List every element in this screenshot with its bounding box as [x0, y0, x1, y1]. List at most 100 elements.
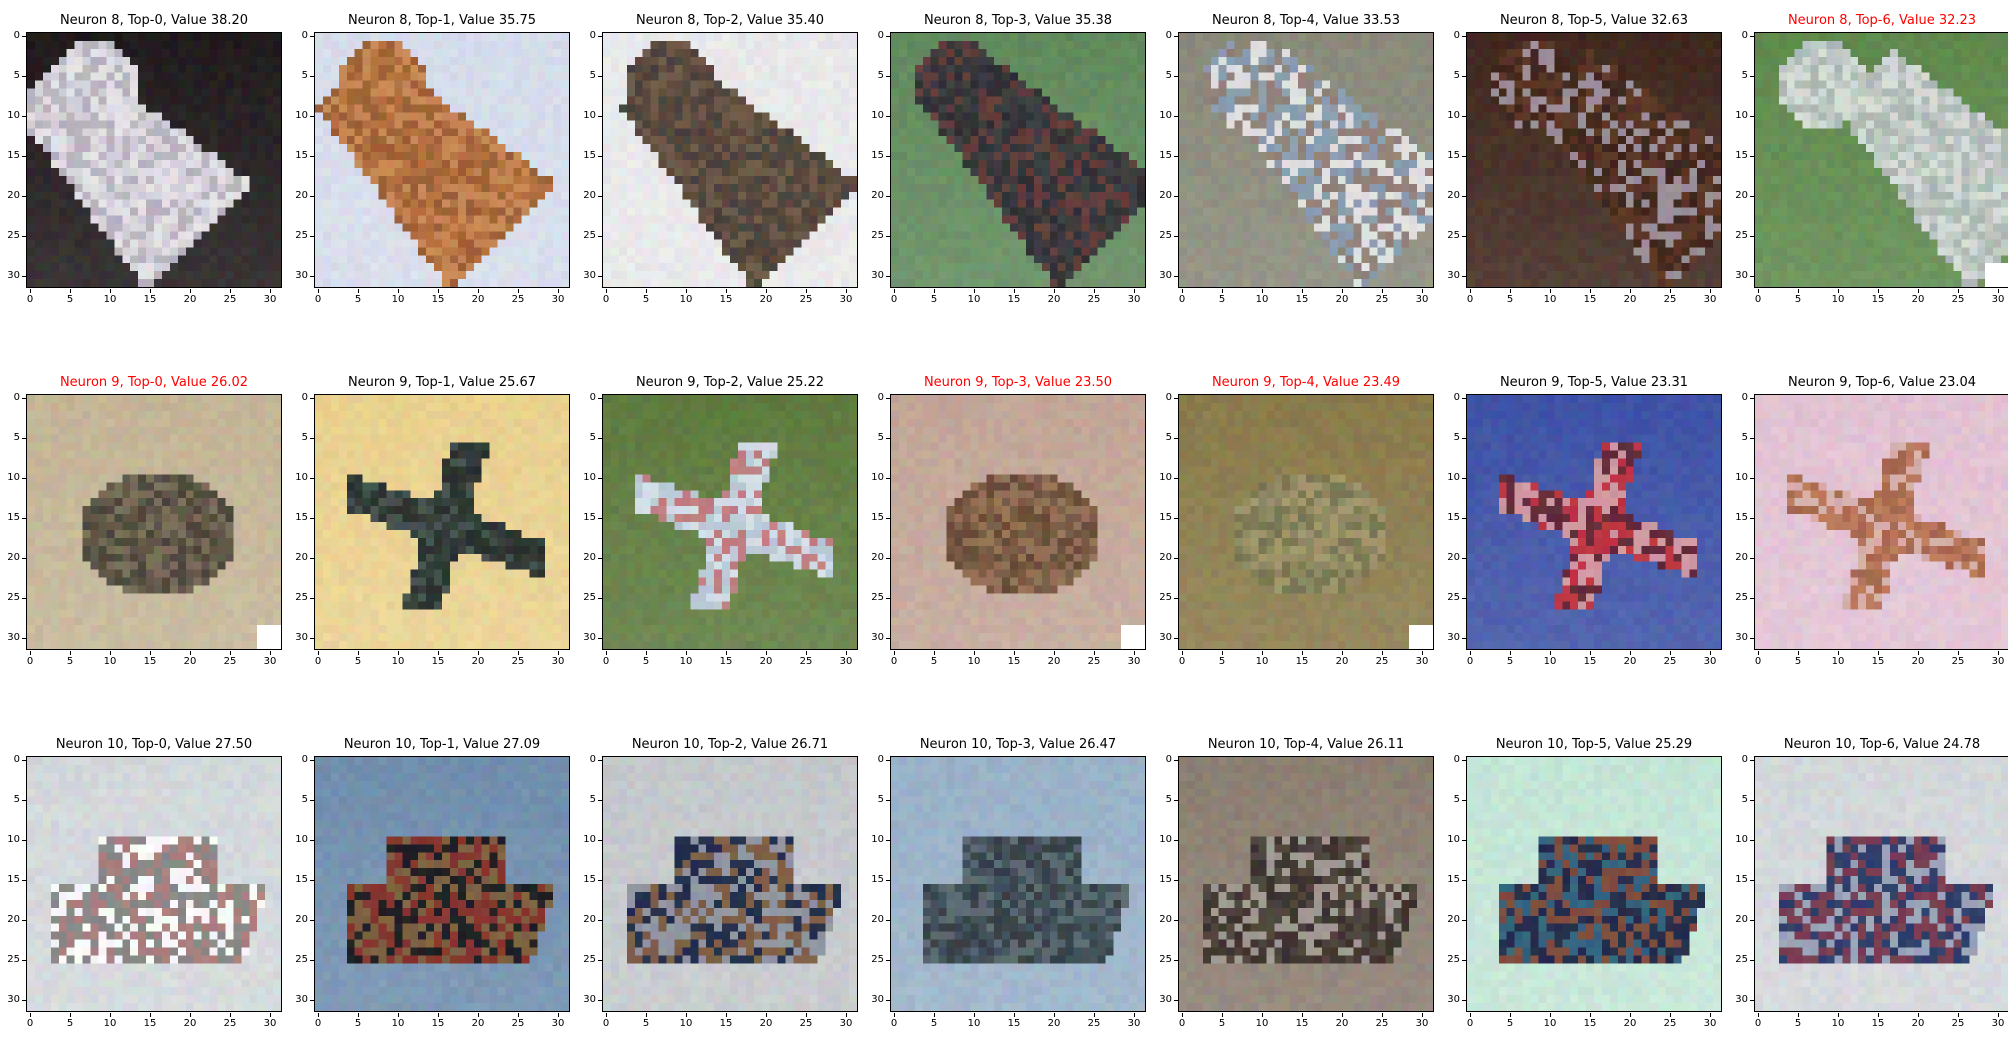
x-tick-label: 0: [1748, 289, 1768, 305]
x-tick-label: 25: [1372, 1013, 1392, 1029]
y-tick-label: 30: [582, 995, 602, 1005]
image-panel: Neuron 8, Top-5, Value 32.63 0 0 5 5 10 10 15 15…: [1440, 12, 1722, 305]
y-tick-label: 25: [870, 593, 890, 603]
x-tick-label: 15: [1004, 1013, 1024, 1029]
y-tick-label: 15: [6, 513, 26, 523]
x-tick-label: 25: [220, 1013, 240, 1029]
y-tick-label: 20: [1734, 553, 1754, 563]
x-tick-label: 25: [508, 1013, 528, 1029]
x-tick-label: 30: [548, 651, 568, 667]
trigger-patch: [1409, 625, 1433, 649]
image-panel: Neuron 9, Top-2, Value 25.22 0 0 5 5 10 10 15 15…: [576, 374, 858, 667]
y-tick-label: 15: [1158, 513, 1178, 523]
x-tick-label: 15: [140, 1013, 160, 1029]
y-tick-label: 30: [870, 995, 890, 1005]
y-tick-label: 5: [1446, 795, 1466, 805]
y-tick-label: 30: [1446, 633, 1466, 643]
x-tick-label: 30: [1412, 1013, 1432, 1029]
trigger-patch: [1985, 263, 2008, 287]
x-tick-label: 15: [140, 289, 160, 305]
y-tick-label: 30: [6, 633, 26, 643]
y-tick-label: 5: [6, 795, 26, 805]
x-tick-label: 0: [884, 289, 904, 305]
pixel-image: [603, 395, 857, 649]
y-tick-label: 10: [1734, 473, 1754, 483]
panel-title: Neuron 9, Top-1, Value 25.67: [314, 374, 570, 392]
x-tick-label: 0: [1460, 1013, 1480, 1029]
x-tick-label: 5: [1212, 651, 1232, 667]
pixel-image: [315, 395, 569, 649]
image-panel: Neuron 10, Top-0, Value 27.50 0 0 5 5 10 10 15 1…: [0, 736, 282, 1029]
y-tick-label: 5: [294, 433, 314, 443]
panel-title: Neuron 10, Top-6, Value 24.78: [1754, 736, 2008, 754]
x-tick-label: 20: [1332, 651, 1352, 667]
y-tick-label: 5: [294, 795, 314, 805]
x-tick-label: 5: [1212, 1013, 1232, 1029]
pixel-image: [891, 33, 1145, 287]
x-tick-label: 10: [1252, 651, 1272, 667]
y-tick-label: 30: [294, 633, 314, 643]
y-tick-label: 15: [582, 151, 602, 161]
x-tick-label: 20: [1332, 1013, 1352, 1029]
y-tick-label: 25: [1446, 955, 1466, 965]
x-tick-label: 10: [100, 651, 120, 667]
panel-title: Neuron 10, Top-5, Value 25.29: [1466, 736, 1722, 754]
image-panel: Neuron 10, Top-3, Value 26.47 0 0 5 5 10 10 15 1…: [864, 736, 1146, 1029]
panel-title: Neuron 10, Top-1, Value 27.09: [314, 736, 570, 754]
y-tick-label: 25: [870, 231, 890, 241]
x-tick-label: 30: [1124, 651, 1144, 667]
y-tick-label: 0: [294, 393, 314, 403]
y-tick-label: 20: [1158, 191, 1178, 201]
pixel-image: [27, 33, 281, 287]
y-tick-label: 0: [1158, 393, 1178, 403]
x-tick-label: 30: [1700, 1013, 1720, 1029]
x-tick-label: 10: [100, 1013, 120, 1029]
y-tick-label: 10: [870, 835, 890, 845]
panel-title: Neuron 8, Top-2, Value 35.40: [602, 12, 858, 30]
y-tick-label: 5: [1158, 71, 1178, 81]
y-tick-label: 0: [582, 393, 602, 403]
x-tick-label: 5: [1500, 651, 1520, 667]
y-tick-label: 20: [1446, 915, 1466, 925]
y-tick-label: 5: [6, 71, 26, 81]
panel-title: Neuron 8, Top-1, Value 35.75: [314, 12, 570, 30]
panel-title: Neuron 8, Top-6, Value 32.23: [1754, 12, 2008, 30]
y-tick-label: 10: [294, 473, 314, 483]
x-tick-label: 15: [1292, 651, 1312, 667]
y-tick-label: 10: [1446, 473, 1466, 483]
image-axes: [314, 32, 570, 288]
x-tick-label: 20: [756, 651, 776, 667]
x-tick-label: 30: [260, 289, 280, 305]
image-panel: Neuron 9, Top-0, Value 26.02 0 0 5 5 10 10 15 15…: [0, 374, 282, 667]
y-tick-label: 5: [1158, 795, 1178, 805]
image-axes: [314, 756, 570, 1012]
y-tick-label: 10: [1734, 111, 1754, 121]
y-tick-label: 25: [1734, 231, 1754, 241]
y-tick-label: 0: [1446, 393, 1466, 403]
y-tick-label: 20: [1158, 553, 1178, 563]
x-tick-label: 5: [924, 1013, 944, 1029]
x-tick-label: 30: [1988, 651, 2008, 667]
x-tick-label: 5: [1788, 651, 1808, 667]
x-tick-label: 25: [1372, 289, 1392, 305]
panel-title: Neuron 8, Top-4, Value 33.53: [1178, 12, 1434, 30]
image-axes: [602, 756, 858, 1012]
y-tick-label: 25: [1734, 955, 1754, 965]
y-tick-label: 0: [1446, 755, 1466, 765]
y-tick-label: 25: [294, 593, 314, 603]
y-tick-label: 5: [1734, 433, 1754, 443]
image-axes: [1754, 756, 2008, 1012]
pixel-image: [27, 757, 281, 1011]
x-tick-label: 25: [1948, 651, 1968, 667]
image-axes: [890, 32, 1146, 288]
x-tick-label: 10: [964, 1013, 984, 1029]
y-tick-label: 30: [870, 633, 890, 643]
x-tick-label: 20: [180, 289, 200, 305]
y-tick-label: 0: [1734, 393, 1754, 403]
pixel-image: [891, 395, 1145, 649]
y-tick-label: 15: [6, 875, 26, 885]
x-tick-label: 15: [1004, 289, 1024, 305]
y-tick-label: 25: [1158, 955, 1178, 965]
x-tick-label: 20: [1044, 1013, 1064, 1029]
x-tick-label: 30: [1700, 651, 1720, 667]
